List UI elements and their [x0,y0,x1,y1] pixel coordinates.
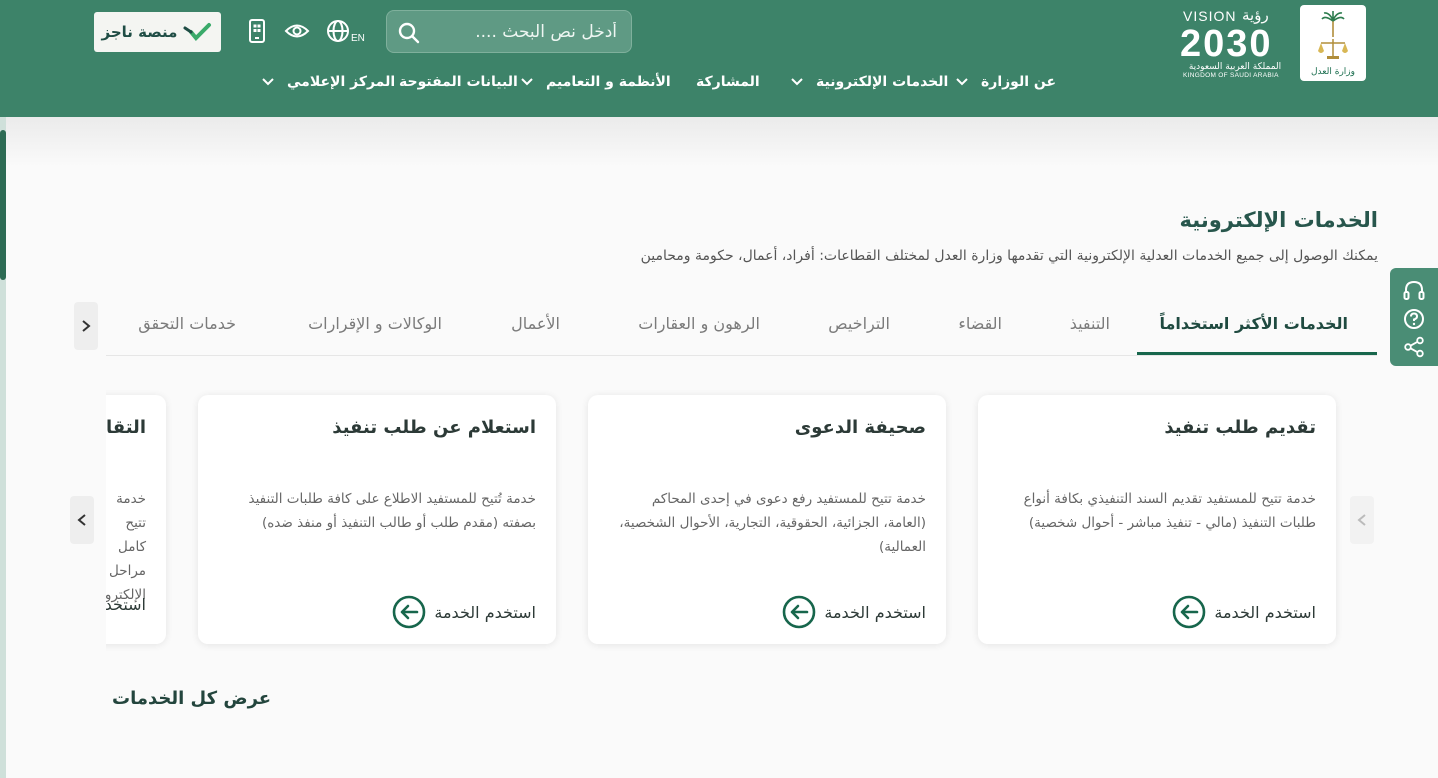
vision-2030-logo[interactable]: VISION رؤية 2030 المملكة العربية السعودي… [1180,6,1292,80]
help-question-icon[interactable] [1403,308,1425,330]
chevron-down-icon [521,78,533,86]
chevron-right-icon [82,320,91,332]
chevron-down-icon [956,78,968,86]
ministry-logo[interactable]: وزارة العدل [1300,5,1366,81]
search-icon[interactable] [397,21,421,45]
search-input[interactable] [429,11,619,52]
nav-item-open-data[interactable]: البيانات المفتوحة [399,70,518,94]
active-tab-indicator [1137,352,1377,355]
nav-item-eservices[interactable]: الخدمات الإلكترونية [790,70,948,94]
tab-execution[interactable]: التنفيذ [1070,314,1110,333]
chevron-left-icon [77,514,86,526]
tab-licenses[interactable]: التراخيص [828,314,890,333]
service-card[interactable]: التقاضي خدمة تتيح كامل مراحل الإلكتروني … [106,395,166,644]
najez-label: منصة ناجز [101,23,178,41]
card-description: خدمة تتيح للمستفيد تقديم السند التنفيذي … [1023,491,1316,531]
tabs-scroll-button[interactable] [74,302,98,350]
carousel-prev-button[interactable] [1350,496,1374,544]
cta-label: استخدم [106,595,146,614]
card-title: التقاضي [106,417,146,438]
carousel-next-button[interactable] [70,496,94,544]
tab-most-used[interactable]: الخدمات الأكثر استخداماً [1159,314,1348,333]
use-service-link[interactable]: استخدم الخدمة [392,595,536,629]
use-service-link[interactable]: استخدم [106,595,146,614]
nav-label: عن الوزارة [981,74,1057,90]
site-header: وزارة العدل VISION رؤية 2030 المملكة الع… [0,0,1438,117]
tab-business[interactable]: الأعمال [511,314,560,333]
nav-label: المشاركة [696,74,760,90]
service-card[interactable]: استعلام عن طلب تنفيذ خدمة تُتيح للمستفيد… [198,395,556,644]
floating-toolbar [1390,268,1438,366]
services-carousel: تقديم طلب تنفيذ خدمة تتيح للمستفيد تقديم… [106,380,1378,660]
cta-label: استخدم الخدمة [824,602,926,622]
tab-mortgages-real-estate[interactable]: الرهون و العقارات [638,314,760,333]
kingdom-english: KINGDOM OF SAUDI ARABIA [1183,72,1279,79]
globe-language-icon[interactable] [325,18,351,44]
nav-item-about[interactable]: عن الوزارة [955,70,1056,94]
page-description: يمكنك الوصول إلى جميع الخدمات العدلية ال… [640,248,1378,264]
chevron-down-icon [262,78,274,86]
card-description: خدمة تُتيح للمستفيد الاطلاع على كافة طلب… [248,491,536,531]
cta-label: استخدم الخدمة [1214,602,1316,622]
nav-item-regulations[interactable]: الأنظمة و التعاميم [520,70,671,94]
use-service-link[interactable]: استخدم الخدمة [782,595,926,629]
ministry-name: وزارة العدل [1311,67,1355,77]
service-card[interactable]: تقديم طلب تنفيذ خدمة تتيح للمستفيد تقديم… [978,395,1336,644]
nav-label: الأنظمة و التعاميم [546,74,671,90]
service-card[interactable]: صحيفة الدعوى خدمة تتيح للمستفيد رفع دعوى… [588,395,946,644]
nav-label: الخدمات الإلكترونية [816,74,949,90]
card-title: صحيفة الدعوى [794,417,926,438]
chevron-down-icon [791,78,803,86]
najez-check-logo-icon [183,23,212,41]
arrow-left-circle-icon [393,595,426,629]
view-all-services-link[interactable]: عرض كل الخدمات [112,688,271,709]
tabs-divider [106,355,1377,356]
tab-poa-acknowledgments[interactable]: الوكالات و الإقرارات [308,314,442,333]
headset-support-icon[interactable] [1403,280,1425,302]
kingdom-arabic: المملكة العربية السعودية [1188,62,1282,72]
nav-item-media-center[interactable]: المركز الإعلامي [261,70,395,94]
cta-label: استخدم الخدمة [434,602,536,622]
card-description: خدمة تتيح كامل مراحل الإلكتروني [106,491,146,603]
nav-label: المركز الإعلامي [287,74,396,90]
nav-item-participation[interactable]: المشاركة [696,70,760,94]
card-title: تقديم طلب تنفيذ [1164,417,1316,438]
scale-of-justice-icon [1318,39,1348,59]
chevron-left-icon [1357,514,1366,526]
page-title: الخدمات الإلكترونية [1179,208,1378,232]
vision-year: 2030 [1180,23,1273,65]
mobile-app-icon[interactable] [244,18,270,44]
header-shadow [0,117,1438,167]
nav-label: البيانات المفتوحة [399,74,518,90]
tab-verification-services[interactable]: خدمات التحقق [138,314,236,333]
search-box [386,10,632,53]
arrow-left-circle-icon [783,595,816,629]
share-icon[interactable] [1403,336,1425,358]
palm-emblem-icon [1321,11,1345,37]
arrow-left-circle-icon [1173,595,1206,629]
scrollbar-thumb[interactable] [0,130,6,280]
najez-platform-button[interactable]: منصة ناجز [94,12,221,52]
tab-judiciary[interactable]: القضاء [958,314,1002,333]
use-service-link[interactable]: استخدم الخدمة [1172,595,1316,629]
eye-accessibility-icon[interactable] [284,18,310,44]
card-title: استعلام عن طلب تنفيذ [332,417,536,438]
card-description: خدمة تتيح للمستفيد رفع دعوى في إحدى المح… [619,491,926,555]
language-toggle[interactable]: EN [351,33,365,44]
